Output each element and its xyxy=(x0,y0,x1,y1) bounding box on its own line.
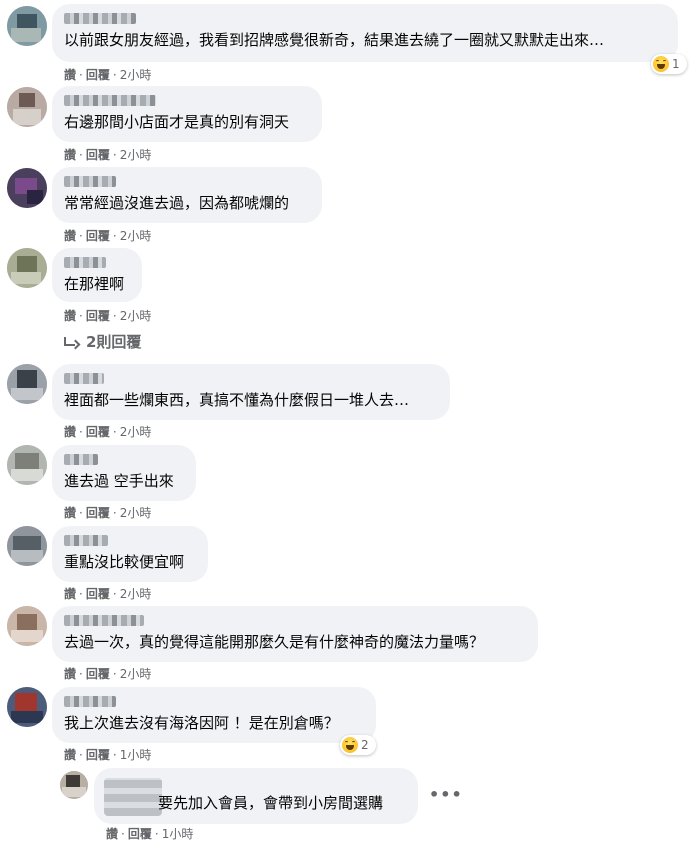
avatar[interactable] xyxy=(7,364,47,404)
avatar[interactable] xyxy=(7,6,47,46)
timestamp[interactable]: 2小時 xyxy=(120,148,152,162)
commenter-name[interactable] xyxy=(64,454,98,465)
timestamp[interactable]: 2小時 xyxy=(120,229,152,243)
comment-text: 重點沒比較便宜啊 xyxy=(64,553,185,571)
comment-bubble: 裡面都一些爛東西，真搞不懂為什麼假日一堆人去… xyxy=(52,364,450,420)
timestamp[interactable]: 2小時 xyxy=(120,425,152,439)
timestamp[interactable]: 2小時 xyxy=(120,667,152,681)
avatar[interactable] xyxy=(7,606,47,646)
reaction-count: 1 xyxy=(672,57,680,71)
reply-button[interactable]: 回覆 xyxy=(86,587,110,601)
comment-actions: 讚 · 回覆 · 2小時 xyxy=(64,309,152,323)
avatar[interactable] xyxy=(7,248,47,288)
avatar[interactable] xyxy=(60,771,88,799)
commenter-name[interactable] xyxy=(104,778,162,816)
comment-bubble: 重點沒比較便宜啊 xyxy=(52,526,208,582)
haha-reaction-icon xyxy=(342,737,358,753)
comment-text: 在那裡啊 xyxy=(64,275,125,293)
reply-arrow-icon xyxy=(64,336,78,347)
like-button[interactable]: 讚 xyxy=(64,748,76,762)
comment-actions: 讚 · 回覆 · 1小時 xyxy=(64,748,152,762)
comment-actions: 讚 · 回覆 · 2小時 xyxy=(64,587,152,601)
comment-text: 裡面都一些爛東西，真搞不懂為什麼假日一堆人去… xyxy=(64,391,410,409)
timestamp[interactable]: 2小時 xyxy=(120,68,152,82)
reply-button[interactable]: 回覆 xyxy=(86,667,110,681)
like-button[interactable]: 讚 xyxy=(64,148,76,162)
comment-text: 右邊那間小店面才是真的別有洞天 xyxy=(64,113,290,131)
comment-bubble: 要先加入會員，會帶到小房間選購 xyxy=(94,768,418,824)
avatar[interactable] xyxy=(7,687,47,727)
comment-bubble: 進去過 空手出來 xyxy=(52,445,196,501)
haha-reaction-icon xyxy=(653,56,669,72)
commenter-name[interactable] xyxy=(64,615,144,626)
comment-text: 以前跟女朋友經過，我看到招牌感覺很新奇，結果進去繞了一圈就又默默走出來… xyxy=(64,31,605,49)
commenter-name[interactable] xyxy=(64,176,116,187)
comment-bubble: 我上次進去沒有海洛因阿 ！是在別倉嗎？ xyxy=(52,687,376,743)
avatar[interactable] xyxy=(7,87,47,127)
like-button[interactable]: 讚 xyxy=(64,68,76,82)
comment-bubble: 右邊那間小店面才是真的別有洞天 xyxy=(52,86,322,142)
like-button[interactable]: 讚 xyxy=(64,425,76,439)
avatar[interactable] xyxy=(7,168,47,208)
more-options-icon[interactable]: ••• xyxy=(429,785,463,804)
like-button[interactable]: 讚 xyxy=(64,506,76,520)
comment-bubble: 去過一次，真的覺得這能開那麼久是有什麼神奇的魔法力量嗎？ xyxy=(52,606,538,662)
reply-button[interactable]: 回覆 xyxy=(86,68,110,82)
timestamp[interactable]: 2小時 xyxy=(120,309,152,323)
comment-text: 去過一次，真的覺得這能開那麼久是有什麼神奇的魔法力量嗎？ xyxy=(64,633,485,651)
comment-bubble: 在那裡啊 xyxy=(52,248,142,302)
comment-bubble: 以前跟女朋友經過，我看到招牌感覺很新奇，結果進去繞了一圈就又默默走出來… xyxy=(52,4,678,62)
timestamp[interactable]: 2小時 xyxy=(120,587,152,601)
comment-text: 我上次進去沒有海洛因阿 ！是在別倉嗎？ xyxy=(64,714,339,732)
comment-text: 進去過 空手出來 xyxy=(64,472,174,490)
reaction-summary[interactable]: 1 xyxy=(651,54,687,74)
reaction-summary[interactable]: 2 xyxy=(340,735,376,755)
comment-actions: 讚 · 回覆 · 1小時 xyxy=(106,827,194,841)
reply-button[interactable]: 回覆 xyxy=(86,748,110,762)
comment-actions: 讚 · 回覆 · 2小時 xyxy=(64,229,152,243)
timestamp[interactable]: 2小時 xyxy=(120,506,152,520)
view-replies-label: 2則回覆 xyxy=(86,333,142,351)
reply-button[interactable]: 回覆 xyxy=(86,506,110,520)
commenter-name[interactable] xyxy=(64,535,108,546)
commenter-name[interactable] xyxy=(64,257,106,268)
timestamp[interactable]: 1小時 xyxy=(120,748,152,762)
like-button[interactable]: 讚 xyxy=(64,309,76,323)
commenter-name[interactable] xyxy=(64,13,136,24)
comment-actions: 讚 · 回覆 · 2小時 xyxy=(64,148,152,162)
comment-actions: 讚 · 回覆 · 2小時 xyxy=(64,506,152,520)
comment-bubble: 常常經過沒進去過，因為都唬爛的 xyxy=(52,167,322,223)
like-button[interactable]: 讚 xyxy=(64,229,76,243)
commenter-name[interactable] xyxy=(64,696,116,707)
comment-actions: 讚 · 回覆 · 2小時 xyxy=(64,667,152,681)
reply-button[interactable]: 回覆 xyxy=(86,309,110,323)
reaction-count: 2 xyxy=(361,738,369,752)
avatar[interactable] xyxy=(7,526,47,566)
comment-actions: 讚 · 回覆 · 2小時 xyxy=(64,68,152,82)
like-button[interactable]: 讚 xyxy=(64,587,76,601)
reply-button[interactable]: 回覆 xyxy=(86,229,110,243)
commenter-name[interactable] xyxy=(64,373,104,384)
reply-button[interactable]: 回覆 xyxy=(86,148,110,162)
comment-actions: 讚 · 回覆 · 2小時 xyxy=(64,425,152,439)
avatar[interactable] xyxy=(7,445,47,485)
view-replies-link[interactable]: 2則回覆 xyxy=(64,331,141,352)
comment-text: 要先加入會員，會帶到小房間選購 xyxy=(158,794,384,812)
comment-text: 常常經過沒進去過，因為都唬爛的 xyxy=(64,194,290,212)
like-button[interactable]: 讚 xyxy=(64,667,76,681)
reply-button[interactable]: 回覆 xyxy=(86,425,110,439)
commenter-name[interactable] xyxy=(64,95,156,106)
